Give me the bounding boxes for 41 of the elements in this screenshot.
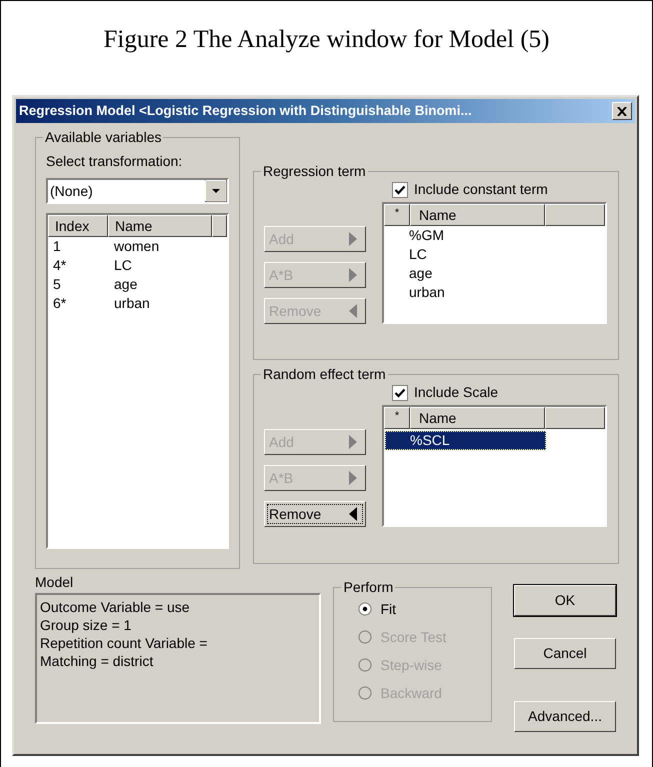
field-label: Select transformation: [46,152,184,171]
checkbox-label[interactable]: Include Scale [414,382,498,403]
header-cell[interactable]: * [384,407,410,429]
header-cell[interactable]: Name [410,407,545,429]
group-title: Available variables [44,129,162,145]
radio-label[interactable]: Fit [380,599,396,619]
checkbox[interactable] [392,384,408,400]
window-title: Regression Model <Logistic Regression with Distinguishable Binomi... [19,102,472,120]
group-title: Regression term [262,163,367,179]
model-line: Group size = 1 [40,616,132,634]
close-button[interactable] [612,102,632,120]
model-line: Outcome Variable = use [40,598,191,616]
radio-button[interactable] [358,602,372,616]
list-row[interactable]: LC [384,245,545,264]
dropdown-arrow-icon [205,180,227,202]
dialog-button[interactable]: Advanced... [514,701,616,732]
list-row[interactable]: 6* urban [48,294,227,313]
list-row[interactable]: 5 age [48,275,227,294]
model-line: Repetition count Variable = [40,634,208,652]
dialog-button[interactable]: OK [514,585,616,616]
header-cell[interactable]: * [384,204,410,226]
header-cell[interactable]: Name [410,204,545,226]
list-row[interactable]: 4* LC [48,256,227,275]
side-button[interactable]: Remove [264,501,366,527]
close-icon [617,106,627,116]
header-cell[interactable]: Index [48,215,108,237]
checkbox[interactable] [392,182,408,198]
dialog-button[interactable]: Cancel [514,638,616,669]
model-line: Matching = district [40,652,154,670]
list-row[interactable]: %GM [384,226,545,245]
model-label: Model [35,573,74,591]
checkbox-label[interactable]: Include constant term [414,179,548,200]
header-cell[interactable]: Name [108,215,212,237]
list-row[interactable]: 1 women [48,237,227,256]
list-row[interactable]: age [384,264,545,283]
list-row[interactable]: %SCL [385,431,546,450]
list-row[interactable]: urban [384,283,545,302]
group-title: Random effect term [262,366,387,382]
group-title: Perform [342,579,394,595]
figure-caption: Figure 2 The Analyze window for Model (5) [104,25,550,55]
transformation-dropdown[interactable]: (None) [46,178,229,204]
